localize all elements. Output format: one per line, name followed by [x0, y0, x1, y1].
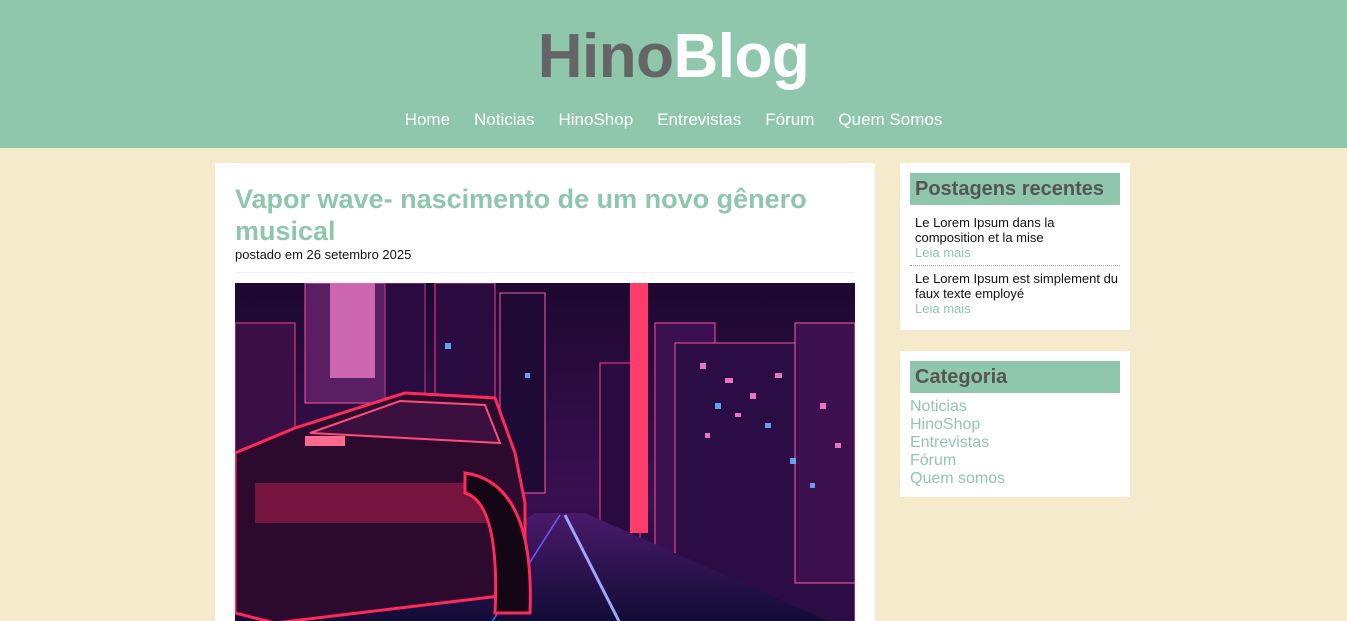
- categories-title: Categoria: [910, 361, 1120, 393]
- nav-forum[interactable]: Fórum: [765, 109, 814, 131]
- category-hinoshop[interactable]: HinoShop: [910, 416, 1005, 434]
- read-more-link[interactable]: Leia mais: [915, 301, 1125, 316]
- site-header: HinoBlog Home Noticias HinoShop Entrevis…: [0, 0, 1347, 148]
- categories-widget: Categoria Noticias HinoShop Entrevistas …: [900, 351, 1130, 497]
- recent-posts-widget: Postagens recentes Le Lorem Ipsum dans l…: [900, 163, 1130, 330]
- nav-entrevistas[interactable]: Entrevistas: [657, 109, 741, 131]
- nav-hinoshop[interactable]: HinoShop: [559, 109, 634, 131]
- recent-post-text[interactable]: Le Lorem Ipsum dans la composition et la…: [915, 215, 1054, 245]
- post-divider: [235, 272, 855, 273]
- post-date: postado em 26 setembro 2025: [235, 247, 412, 262]
- post-title[interactable]: Vapor wave- nascimento de um novo gênero…: [235, 183, 835, 247]
- recent-posts-title: Postagens recentes: [910, 173, 1120, 205]
- nav-quem-somos[interactable]: Quem Somos: [838, 109, 942, 131]
- logo-part-hino: Hino: [537, 22, 674, 91]
- category-noticias[interactable]: Noticias: [910, 398, 1005, 416]
- read-more-link[interactable]: Leia mais: [915, 245, 1125, 260]
- recent-post-item: Le Lorem Ipsum dans la composition et la…: [915, 215, 1125, 260]
- recent-post-text[interactable]: Le Lorem Ipsum est simplement du faux te…: [915, 271, 1118, 301]
- category-forum[interactable]: Fórum: [910, 452, 1005, 470]
- nav-noticias[interactable]: Noticias: [474, 109, 534, 131]
- post-card: Vapor wave- nascimento de um novo gênero…: [215, 163, 875, 621]
- category-quem-somos[interactable]: Quem somos: [910, 470, 1005, 488]
- recent-divider: [910, 265, 1120, 266]
- category-entrevistas[interactable]: Entrevistas: [910, 434, 1005, 452]
- logo-part-blog: Blog: [673, 22, 810, 91]
- main-nav: Home Noticias HinoShop Entrevistas Fórum…: [0, 109, 1347, 131]
- recent-post-item: Le Lorem Ipsum est simplement du faux te…: [915, 271, 1125, 316]
- categories-list: Noticias HinoShop Entrevistas Fórum Quem…: [910, 398, 1005, 488]
- post-image: [235, 283, 855, 621]
- site-logo[interactable]: HinoBlog: [0, 22, 1347, 92]
- nav-home[interactable]: Home: [405, 109, 450, 131]
